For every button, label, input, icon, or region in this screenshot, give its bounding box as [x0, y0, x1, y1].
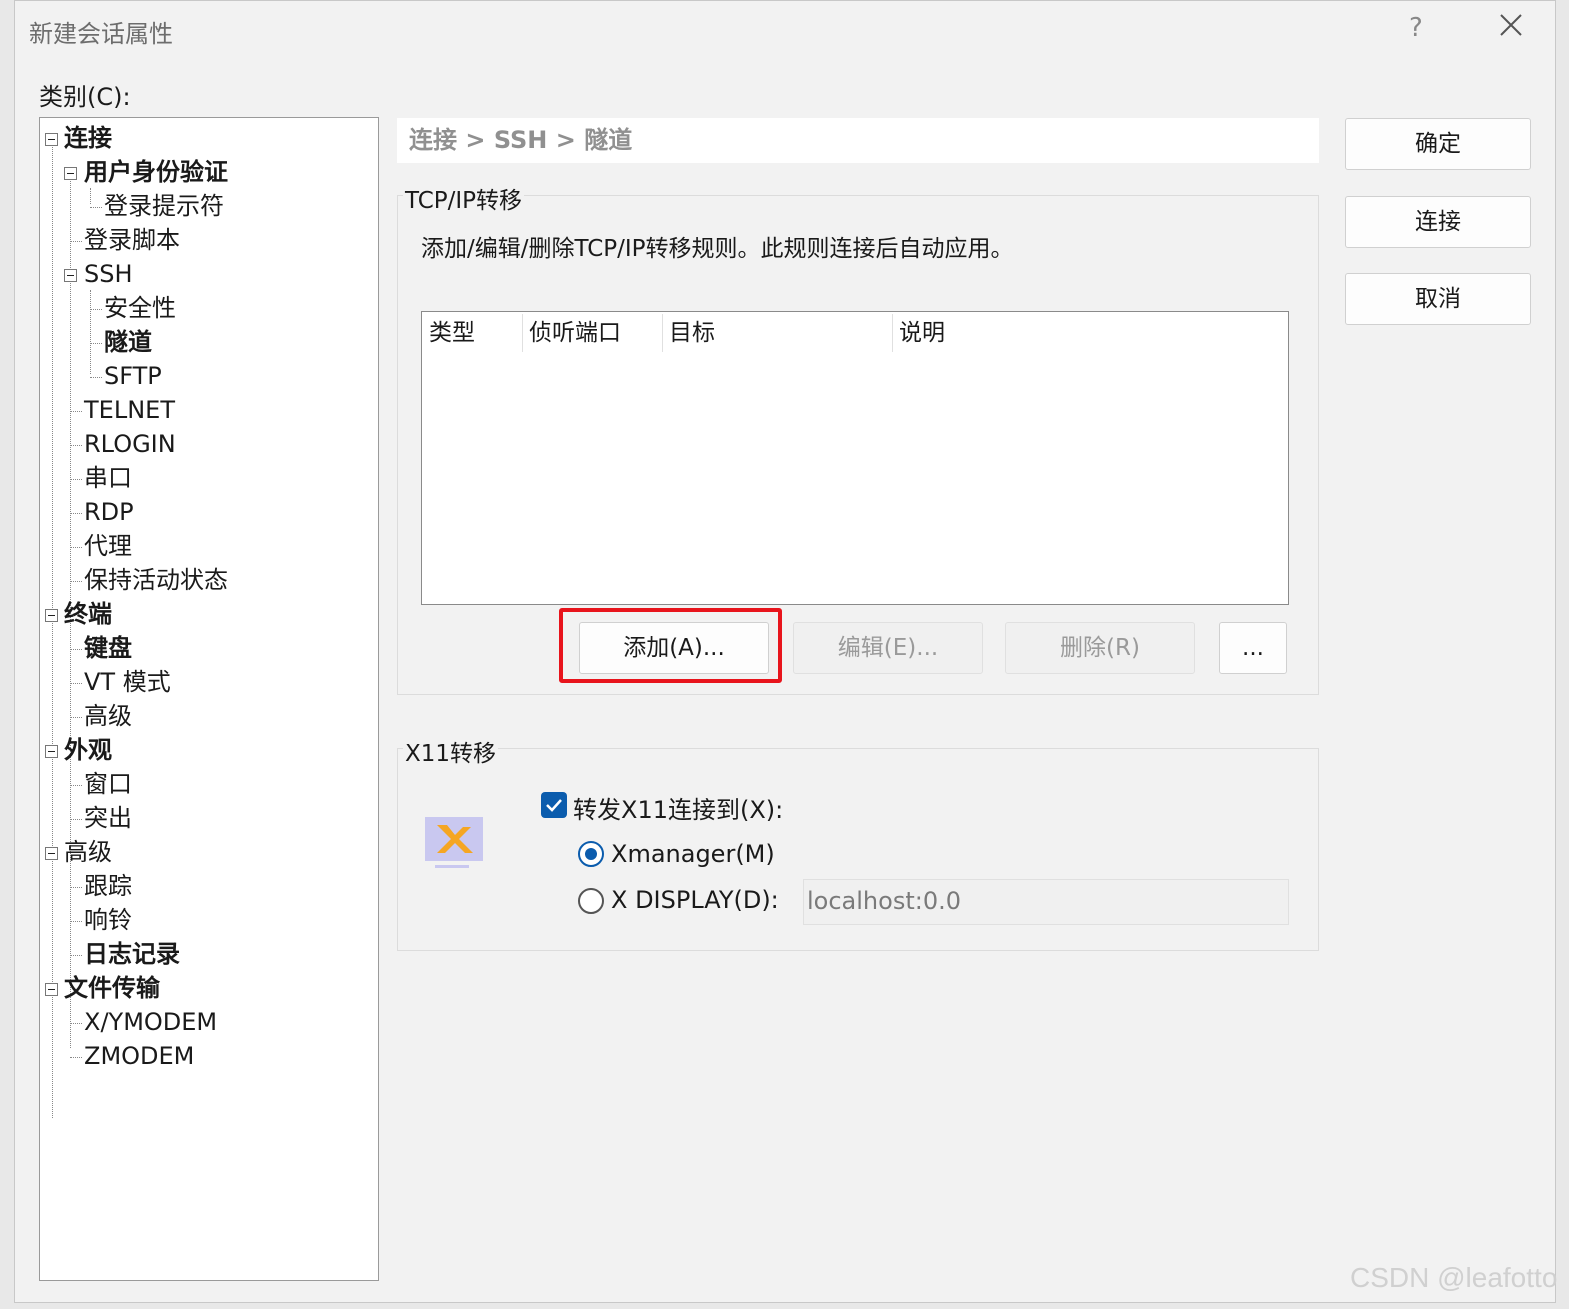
tree-item[interactable]: 连接 [64, 122, 112, 154]
column-header-target[interactable]: 目标 [662, 316, 892, 350]
tree-branch-line [70, 649, 82, 650]
tcp-group-title: TCP/IP转移 [403, 181, 525, 215]
forwarding-rules-list[interactable]: 类型 侦听端口 目标 说明 [421, 311, 1289, 605]
x-display-label[interactable]: X DISPLAY(D): [611, 886, 779, 914]
tree-item[interactable]: 响铃 [84, 904, 132, 936]
tree-branch-line [90, 207, 102, 208]
tree-item[interactable]: ZMODEM [84, 1040, 194, 1072]
tree-branch-line [70, 921, 82, 922]
window-title: 新建会话属性 [29, 20, 173, 48]
breadcrumb: 连接 > SSH > 隧道 [397, 118, 1319, 163]
tree-item[interactable]: 登录提示符 [104, 190, 224, 222]
tree-branch-line [70, 513, 82, 514]
add-button[interactable]: 添加(A)... [579, 622, 769, 674]
cancel-button[interactable]: 取消 [1345, 273, 1531, 325]
dialog-window: 新建会话属性 ? 类别(C): 连接 用户身份验证 登录提示符 登录脚本 SSH 安全性隧… [14, 0, 1556, 1303]
tree-item[interactable]: 文件传输 [64, 972, 160, 1004]
tree-collapse-icon[interactable] [45, 609, 58, 622]
tree-item[interactable]: 高级 [84, 700, 132, 732]
tree-branch-line [70, 717, 82, 718]
x11-group-title: X11转移 [403, 734, 499, 768]
tree-item[interactable]: 终端 [64, 598, 112, 630]
tree-item[interactable]: 键盘 [84, 632, 132, 664]
delete-button[interactable]: 删除(R) [1005, 622, 1195, 674]
tree-collapse-icon[interactable] [45, 847, 58, 860]
tree-branch-line [90, 377, 102, 378]
tree-item[interactable]: 串口 [84, 462, 132, 494]
tree-branch-line [90, 343, 102, 344]
tcp-description: 添加/编辑/删除TCP/IP转移规则。此规则连接后自动应用。 [421, 236, 1014, 262]
watermark: CSDN @leafotto [1350, 1262, 1558, 1293]
tree-item[interactable]: 突出 [84, 802, 132, 834]
edit-button[interactable]: 编辑(E)... [793, 622, 983, 674]
title-bar: 新建会话属性 ? [15, 1, 1555, 59]
tree-collapse-icon[interactable] [45, 133, 58, 146]
ok-button[interactable]: 确定 [1345, 118, 1531, 170]
tree-collapse-icon[interactable] [64, 167, 77, 180]
tree-connector-line [52, 138, 53, 1118]
xmanager-radio[interactable] [578, 841, 604, 867]
tree-collapse-icon[interactable] [45, 983, 58, 996]
x-display-radio[interactable] [578, 888, 604, 914]
tree-item[interactable]: 用户身份验证 [84, 156, 228, 188]
forward-x11-checkbox[interactable] [541, 792, 567, 818]
tree-item[interactable]: SFTP [104, 360, 162, 392]
tree-item[interactable]: 代理 [84, 530, 132, 562]
tree-item[interactable]: RLOGIN [84, 428, 176, 460]
column-header-listen-port[interactable]: 侦听端口 [522, 316, 662, 350]
tree-item[interactable]: 安全性 [104, 292, 176, 324]
category-tree[interactable]: 连接 用户身份验证 登录提示符 登录脚本 SSH 安全性 隧道 SFTP TELNET RLOGI… [39, 117, 379, 1281]
category-label: 类别(C): [39, 83, 131, 111]
tree-branch-line [70, 241, 82, 242]
tree-item[interactable]: 外观 [64, 734, 112, 766]
tree-branch-line [70, 1057, 82, 1058]
help-button[interactable]: ? [1409, 13, 1423, 43]
tree-branch-line [70, 581, 82, 582]
more-button[interactable]: ... [1219, 622, 1287, 674]
tree-item[interactable]: TELNET [84, 394, 175, 426]
tree-branch-line [70, 445, 82, 446]
tree-branch-line [70, 683, 82, 684]
connect-button[interactable]: 连接 [1345, 196, 1531, 248]
tree-item[interactable]: 登录脚本 [84, 224, 180, 256]
tree-item[interactable]: SSH [84, 258, 133, 290]
tree-collapse-icon[interactable] [64, 269, 77, 282]
forward-x11-label[interactable]: 转发X11连接到(X): [573, 790, 783, 825]
tree-branch-line [70, 1023, 82, 1024]
tree-item[interactable]: 跟踪 [84, 870, 132, 902]
tree-item[interactable]: VT 模式 [84, 666, 171, 698]
tree-item[interactable]: 隧道 [104, 326, 152, 358]
tree-branch-line [70, 819, 82, 820]
tree-branch-line [70, 547, 82, 548]
close-icon[interactable] [1499, 13, 1523, 37]
column-header-type[interactable]: 类型 [422, 316, 522, 350]
xmanager-logo-icon [425, 817, 483, 871]
x-display-input[interactable]: localhost:0.0 [803, 879, 1289, 925]
tree-connector-line [90, 188, 91, 204]
tree-item[interactable]: 窗口 [84, 768, 132, 800]
tree-branch-line [70, 955, 82, 956]
tree-item[interactable]: 高级 [64, 836, 112, 868]
tree-branch-line [70, 411, 82, 412]
tree-branch-line [70, 785, 82, 786]
xmanager-label[interactable]: Xmanager(M) [611, 840, 775, 868]
tree-branch-line [70, 887, 82, 888]
tree-item[interactable]: 日志记录 [84, 938, 180, 970]
column-header-description[interactable]: 说明 [892, 316, 1282, 350]
tree-branch-line [70, 479, 82, 480]
tree-item[interactable]: 保持活动状态 [84, 564, 228, 596]
tree-collapse-icon[interactable] [45, 745, 58, 758]
tree-branch-line [90, 309, 102, 310]
tree-connector-line [90, 290, 91, 374]
tree-item[interactable]: RDP [84, 496, 134, 528]
tree-item[interactable]: X/YMODEM [84, 1006, 217, 1038]
